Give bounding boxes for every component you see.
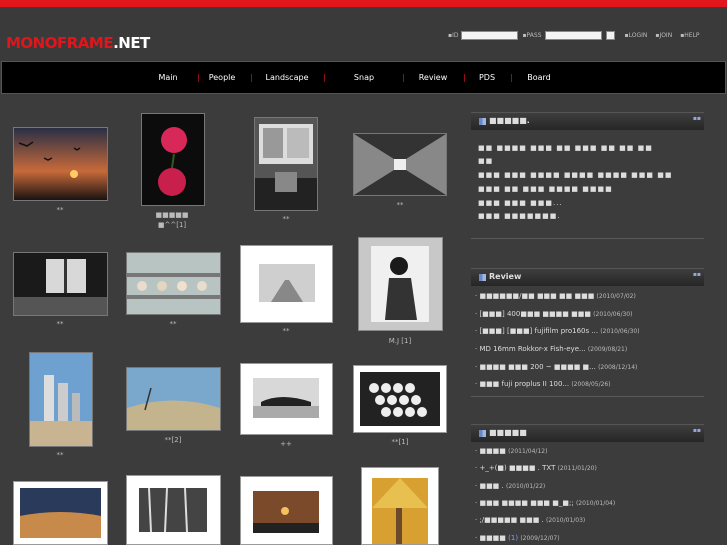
- join-link[interactable]: ▪JOIN: [655, 32, 672, 39]
- review-item[interactable]: · MD 16mm Rokkor-x Fish-eye... (2009/08/…: [475, 345, 703, 353]
- nav-board[interactable]: Board: [527, 73, 551, 82]
- nav-people[interactable]: People: [209, 73, 236, 82]
- panel-icon: [479, 274, 486, 281]
- board-item[interactable]: · ■■■ ■■■■ ■■■ ■_■;; (2010/01/04): [475, 499, 703, 507]
- nav-separator: |: [197, 73, 200, 82]
- top-red-bar: [0, 0, 727, 7]
- notice-line: ■■■ ■■■ ■■■■ ■■■■ ■■■■ ■■■ ■■: [478, 171, 673, 179]
- nav-pds[interactable]: PDS: [479, 73, 495, 82]
- board-title: ■■■■■: [489, 428, 527, 437]
- notice-panel-header: ■■■■■. ▪▪: [471, 112, 704, 130]
- help-link[interactable]: ▪HELP: [680, 32, 699, 39]
- notice-line: ■■ ■■■■ ■■■ ■■ ■■■ ■■ ■■ ■■: [478, 144, 653, 152]
- review-item[interactable]: · ■■■ fuji proplus II 100... (2008/05/26…: [475, 380, 703, 388]
- review-item[interactable]: · [■■■] 400■■■ ■■■■ ■■■ (2010/06/30): [475, 310, 703, 318]
- nav-review[interactable]: Review: [419, 73, 448, 82]
- board-item[interactable]: · ■■■ . (2010/01/22): [475, 482, 703, 490]
- nav-separator: |: [463, 73, 466, 82]
- photo-window-room[interactable]: [13, 252, 108, 316]
- photo-caption[interactable]: **[2]: [165, 436, 182, 444]
- photo-bookstore[interactable]: [353, 133, 447, 196]
- id-input[interactable]: [461, 31, 519, 40]
- photo-display-case[interactable]: [126, 252, 221, 315]
- photo-foggy-road[interactable]: [240, 245, 333, 323]
- remember-checkbox[interactable]: [605, 31, 615, 40]
- login-link[interactable]: ▪LOGIN: [625, 32, 648, 39]
- panel-icon: [479, 430, 486, 437]
- photo-beach-towers[interactable]: [29, 352, 93, 447]
- logo-part-1: MONOFRAME: [6, 34, 114, 52]
- nav-separator: |: [402, 73, 405, 82]
- notice-line: ■■■ ■■ ■■■ ■■■■ ■■■■: [478, 185, 613, 193]
- id-label: ▪ID: [448, 32, 459, 39]
- notice-line: ■■: [478, 157, 494, 165]
- photo-caption[interactable]: **: [57, 320, 64, 328]
- corner-icon: ▪▪: [692, 271, 701, 278]
- photo-caption[interactable]: **: [283, 327, 290, 335]
- photo-island-lake[interactable]: [240, 363, 333, 435]
- photo-sunset-birds[interactable]: [13, 127, 108, 201]
- photo-caption[interactable]: **: [283, 215, 290, 223]
- board-item[interactable]: · ■■■■ (2011/04/12): [475, 447, 703, 455]
- photo-cafe-interior[interactable]: [254, 117, 318, 211]
- photo-caption[interactable]: **: [397, 201, 404, 209]
- photo-forest-bw[interactable]: [126, 475, 221, 545]
- review-item[interactable]: · [■■■] [■■■] fujifilm pro160s ... (2010…: [475, 327, 703, 335]
- board-item[interactable]: · +_+(■) ■■■■ . TXT (2011/01/20): [475, 464, 703, 472]
- photo-portrait-mj[interactable]: [358, 237, 443, 331]
- corner-icon: ▪▪: [692, 427, 701, 434]
- review-item[interactable]: · ■■■■ ■■■ 200 ~ ■■■■ ■... (2008/12/14): [475, 363, 703, 371]
- photo-caption[interactable]: **: [170, 320, 177, 328]
- photo-caption[interactable]: M.J [1]: [389, 337, 411, 345]
- password-input[interactable]: [544, 31, 602, 40]
- notice-line: ■■■ ■■■ ■■■...: [478, 199, 563, 207]
- review-panel-header: Review ▪▪: [471, 268, 704, 286]
- nav-separator: |: [250, 73, 253, 82]
- logo-part-2: .NET: [113, 34, 150, 52]
- photo-egg-tray[interactable]: [353, 365, 447, 433]
- review-title: Review: [489, 272, 522, 281]
- photo-caption-flowers[interactable]: ■■■■■ ■^^[1]: [155, 210, 188, 230]
- main-nav: Main | People | Landscape | Snap | Revie…: [1, 61, 726, 94]
- photo-caption[interactable]: ++: [280, 440, 292, 448]
- photo-caption[interactable]: **: [57, 206, 64, 214]
- photo-autumn-trees[interactable]: [361, 467, 439, 545]
- nav-separator: |: [323, 73, 326, 82]
- review-item[interactable]: · ■■■■■■/■■ ■■■ ■■ ■■■ (2010/07/02): [475, 292, 703, 300]
- photo-caption[interactable]: **[1]: [392, 438, 409, 446]
- photo-caption[interactable]: **: [57, 451, 64, 459]
- pass-label: ▪PASS: [522, 32, 542, 39]
- nav-snap[interactable]: Snap: [354, 73, 374, 82]
- nav-separator: |: [510, 73, 513, 82]
- photo-sea-horizon[interactable]: [13, 481, 108, 545]
- site-logo[interactable]: MONOFRAME.NET: [6, 34, 150, 52]
- login-form: ▪ID ▪PASS ▪LOGIN ▪JOIN ▪HELP: [448, 31, 704, 40]
- photo-sunset-harbor[interactable]: [240, 476, 333, 545]
- board-item[interactable]: · ■■■■ (1) (2009/12/07): [475, 534, 703, 542]
- board-panel-header: ■■■■■ ▪▪: [471, 424, 704, 442]
- nav-main[interactable]: Main: [158, 73, 177, 82]
- board-item[interactable]: · ;/■■■■■ ■■■ . (2010/01/03): [475, 516, 703, 524]
- divider: [471, 238, 704, 239]
- photo-red-flowers[interactable]: [141, 113, 205, 206]
- nav-landscape[interactable]: Landscape: [266, 73, 309, 82]
- notice-line: ■■■ ■■■■■■■.: [478, 212, 561, 220]
- divider: [471, 396, 704, 397]
- photo-fisheye-shore[interactable]: [126, 367, 221, 431]
- panel-icon: [479, 118, 486, 125]
- corner-icon: ▪▪: [692, 115, 701, 122]
- notice-title: ■■■■■.: [489, 116, 530, 125]
